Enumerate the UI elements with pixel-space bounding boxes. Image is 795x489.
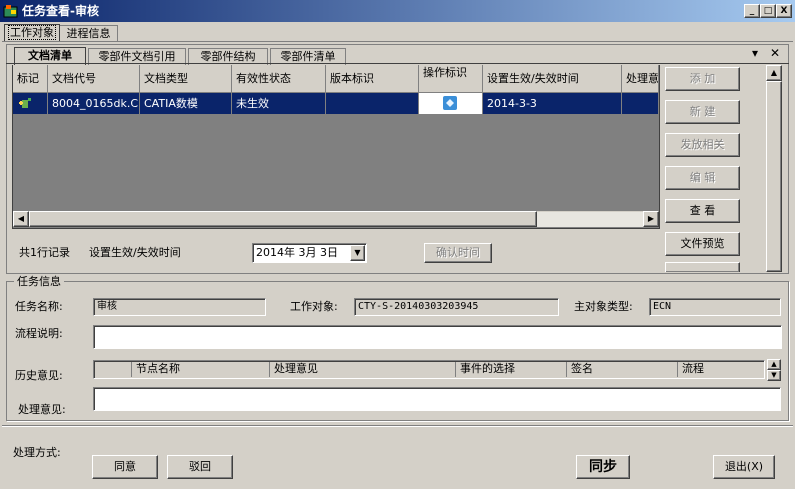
view-button[interactable]: 查 看: [665, 199, 740, 223]
minimize-button[interactable]: _: [744, 4, 760, 18]
release-related-button[interactable]: 发放相关: [665, 133, 740, 157]
process-method-label: 处理方式:: [13, 446, 61, 459]
maximize-button[interactable]: □: [760, 4, 776, 18]
scroll-up-icon[interactable]: ▲: [766, 65, 782, 81]
tab-work-object[interactable]: 工作对象: [4, 24, 60, 41]
cell-doc-code[interactable]: 8004_0165dk.C...: [48, 93, 140, 114]
window-title: 任务查看-审核: [22, 4, 99, 18]
history-header-opinion[interactable]: 处理意见: [270, 362, 456, 377]
operation-icon: [443, 96, 457, 110]
tab-work-object-label: 工作对象: [8, 25, 56, 40]
panel-pin-icon[interactable]: ▾: [752, 46, 758, 60]
new-button[interactable]: 新 建: [665, 100, 740, 124]
close-button[interactable]: X: [776, 4, 792, 18]
work-object-field[interactable]: CTY-S-20140303203945: [354, 298, 559, 316]
vertical-scroll-thumb[interactable]: [766, 81, 782, 272]
record-count: 共1行记录: [19, 246, 70, 259]
task-name-field[interactable]: 审核: [93, 298, 266, 316]
column-header-mark[interactable]: 标记: [13, 65, 48, 93]
table-row[interactable]: [13, 93, 48, 114]
history-header-signature[interactable]: 签名: [567, 362, 678, 377]
main-type-label: 主对象类型:: [574, 300, 633, 313]
opinion-label: 处理意见:: [18, 403, 66, 416]
cell-doc-type[interactable]: CATIA数模: [140, 93, 232, 114]
date-picker[interactable]: 2014年 3月 3日 ▼: [252, 243, 367, 263]
window-title-bar[interactable]: 任务查看-审核: [0, 0, 795, 22]
hidden-side-button[interactable]: [665, 262, 740, 272]
process-desc-field[interactable]: [93, 325, 782, 349]
tab-process-info[interactable]: 进程信息: [60, 25, 118, 42]
cell-version[interactable]: [326, 93, 419, 114]
column-header-version[interactable]: 版本标识: [326, 65, 419, 93]
subtab-part-structure-label: 零部件结构: [200, 50, 256, 63]
history-label: 历史意见:: [15, 369, 63, 382]
subtab-document-list-label: 文档清单: [28, 49, 72, 62]
confirm-time-button[interactable]: 确认时间: [424, 243, 492, 263]
task-info-group-title: 任务信息: [14, 274, 64, 290]
scroll-left-icon[interactable]: ◀: [13, 211, 29, 227]
task-name-label: 任务名称:: [15, 300, 63, 313]
tab-process-info-label: 进程信息: [66, 27, 111, 40]
column-header-operation[interactable]: 操作标识: [419, 65, 483, 93]
tab-divider: [2, 41, 793, 42]
history-header-process[interactable]: 流程: [678, 362, 763, 377]
column-header-handle[interactable]: 处理意: [622, 65, 659, 93]
reject-button[interactable]: 驳回: [167, 455, 233, 479]
add-doc-icon: [19, 98, 31, 108]
panel-close-icon[interactable]: ✕: [770, 46, 780, 60]
subtab-part-list-label: 零部件清单: [280, 50, 336, 63]
main-type-field[interactable]: ECN: [649, 298, 781, 316]
scroll-right-icon[interactable]: ▶: [643, 211, 659, 227]
cell-validity[interactable]: 未生效: [232, 93, 326, 114]
process-desc-label: 流程说明:: [15, 327, 63, 340]
work-object-label: 工作对象:: [290, 300, 338, 313]
history-header-event[interactable]: 事件的选择: [456, 362, 567, 377]
history-scroll-up-icon[interactable]: ▲: [767, 359, 781, 370]
column-header-validity[interactable]: 有效性状态: [232, 65, 326, 93]
subtab-divider: [6, 63, 789, 64]
column-header-effective-time[interactable]: 设置生效/失效时间: [483, 65, 622, 93]
edit-button[interactable]: 编 辑: [665, 166, 740, 190]
horizontal-scroll-thumb[interactable]: [29, 211, 537, 227]
date-value: 2014年 3月 3日: [256, 246, 338, 259]
app-icon: [3, 5, 18, 18]
cell-effective-time[interactable]: 2014-3-3: [483, 93, 622, 114]
approve-button[interactable]: 同意: [92, 455, 158, 479]
add-button[interactable]: 添 加: [665, 67, 740, 91]
cell-handle[interactable]: [622, 93, 659, 114]
column-header-doc-type[interactable]: 文档类型: [140, 65, 232, 93]
history-scroll-down-icon[interactable]: ▼: [767, 370, 781, 381]
opinion-field[interactable]: [93, 387, 781, 411]
footer-divider: [2, 425, 793, 426]
history-header-node[interactable]: 节点名称: [132, 362, 270, 377]
sync-button[interactable]: 同步: [576, 455, 630, 479]
cell-operation[interactable]: [419, 93, 483, 114]
exit-button[interactable]: 退出(X): [713, 455, 775, 479]
subtab-part-doc-ref-label: 零部件文档引用: [98, 50, 176, 63]
history-header-blank: [96, 362, 132, 377]
chevron-down-icon[interactable]: ▼: [350, 245, 365, 261]
effective-time-label: 设置生效/失效时间: [89, 246, 181, 259]
column-header-doc-code[interactable]: 文档代号: [48, 65, 140, 93]
file-preview-button[interactable]: 文件预览: [665, 232, 740, 256]
